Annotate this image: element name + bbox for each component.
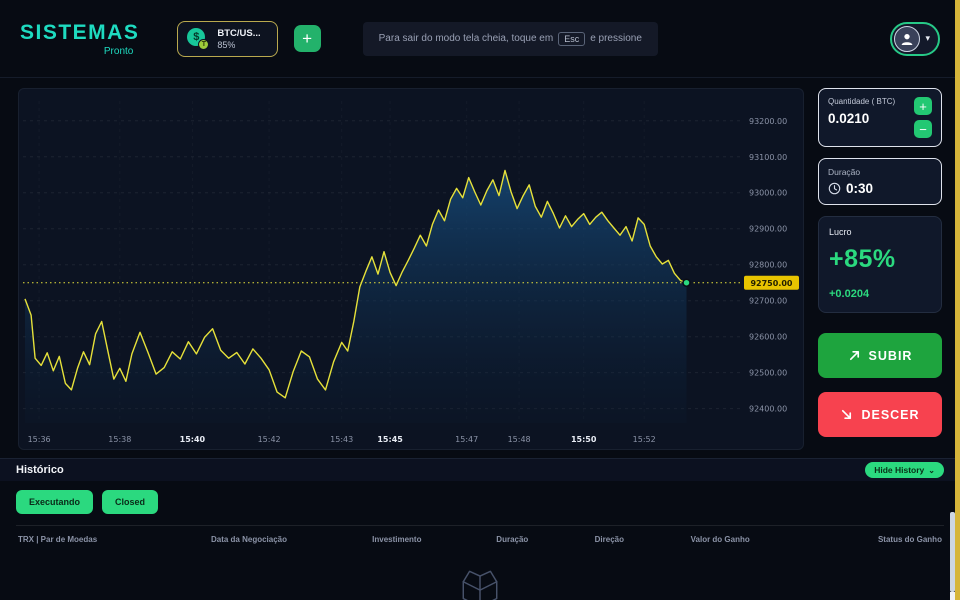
arrow-down-right-icon [840,408,853,421]
quantity-label: Quantidade ( BTC) [828,97,895,107]
column-header: Direção [563,535,655,544]
user-menu-button[interactable]: ▾ [890,22,940,56]
coin-icon: $ T [187,28,209,50]
y-axis-label: 92800.00 [749,261,787,270]
column-header: Valor do Ganho [656,535,785,544]
y-axis-label: 92900.00 [749,225,787,234]
current-price-tag-text: 92750.00 [750,279,792,288]
y-axis-label: 93100.00 [749,153,787,162]
quantity-card: Quantidade ( BTC) 0.0210 + − [818,88,942,147]
buy-up-button[interactable]: SUBIR [818,333,942,378]
brand-logo: SISTEMAS Pronto [20,21,139,57]
quantity-increase-button[interactable]: + [914,97,932,115]
last-price-dot [683,279,690,286]
main-area: 93200.00 93100.00 93000.00 92900.00 92800.00… [0,78,960,458]
scrollbar-thumb[interactable] [950,512,955,592]
duration-label: Duração [828,167,932,177]
arrow-up-right-icon [848,349,861,362]
x-axis-label: 15:47 [455,435,478,444]
y-axis-label: 92700.00 [749,297,787,306]
profit-percent: +85% [829,245,931,274]
y-axis-label: 92400.00 [749,405,787,414]
trade-panel: Quantidade ( BTC) 0.0210 + − Duração 0:3… [818,88,942,450]
column-header: Duração [462,535,564,544]
duration-value: 0:30 [846,181,873,196]
x-axis-label: 15:52 [633,435,656,444]
history-table-header: TRX | Par de MoedasData da NegociaçãoInv… [16,525,944,551]
brand-subtitle: Pronto [104,46,133,57]
series-area [25,170,687,423]
top-bar: SISTEMAS Pronto $ T BTC/US... 85% + Para… [0,0,960,78]
column-header: Data da Negociação [166,535,332,544]
y-axis-label: 93000.00 [749,189,787,198]
x-axis-label: 15:38 [108,435,131,444]
column-header: TRX | Par de Moedas [18,535,166,544]
profit-label: Lucro [829,227,931,237]
empty-history-state [16,551,944,600]
y-axis-label: 93200.00 [749,117,787,126]
chevron-down-icon: ⌄ [928,466,935,475]
asset-selector-chip[interactable]: $ T BTC/US... 85% [177,21,277,57]
x-axis-label: 15:36 [28,435,51,444]
column-header: Status do Ganho [785,535,942,544]
chevron-down-icon: ▾ [925,33,930,44]
add-asset-button[interactable]: + [294,25,321,52]
asset-pair-label: BTC/US... [217,28,260,39]
filter-closed-button[interactable]: Closed [102,490,158,514]
y-axis-label: 92500.00 [749,369,787,378]
history-body: Executando Closed TRX | Par de MoedasDat… [0,481,960,600]
profit-card: Lucro +85% +0.0204 [818,216,942,313]
hide-history-button[interactable]: Hide History ⌄ [865,462,944,478]
edge-accent-strip [955,0,960,600]
x-axis-label: 15:45 [377,435,403,444]
quantity-decrease-button[interactable]: − [914,120,932,138]
quantity-value: 0.0210 [828,111,895,126]
x-axis-label: 15:50 [571,435,597,444]
duration-card[interactable]: Duração 0:30 [818,158,942,205]
x-axis-label: 15:48 [508,435,531,444]
quantity-stepper: + − [914,97,932,138]
avatar [894,26,920,52]
history-header: Histórico Hide History ⌄ [0,458,960,481]
asset-payout-label: 85% [217,40,260,50]
clock-icon [828,182,841,195]
x-axis-label: 15:40 [180,435,206,444]
sell-down-button[interactable]: DESCER [818,392,942,437]
price-chart-panel: 93200.00 93100.00 93000.00 92900.00 92800.00… [18,88,804,450]
history-filters: Executando Closed [16,490,944,514]
trading-app: SISTEMAS Pronto $ T BTC/US... 85% + Para… [0,0,960,600]
filter-executando-button[interactable]: Executando [16,490,93,514]
y-axis-label: 92600.00 [749,333,787,342]
x-axis-label: 15:42 [258,435,281,444]
empty-box-icon [454,564,506,600]
hint-suffix: e pressione [590,33,642,44]
column-header: Investimento [332,535,461,544]
person-icon [899,31,915,47]
history-title: Histórico [16,464,64,476]
esc-key-icon: Esc [558,32,585,46]
price-chart[interactable]: 93200.00 93100.00 93000.00 92900.00 92800.00… [23,93,799,455]
profit-amount: +0.0204 [829,288,931,300]
fullscreen-hint: Para sair do modo tela cheia, toque em E… [363,22,658,56]
brand-name: SISTEMAS [20,21,139,45]
x-axis-label: 15:43 [330,435,353,444]
scrollbar-corner [950,592,955,600]
hint-prefix: Para sair do modo tela cheia, toque em [379,33,554,44]
